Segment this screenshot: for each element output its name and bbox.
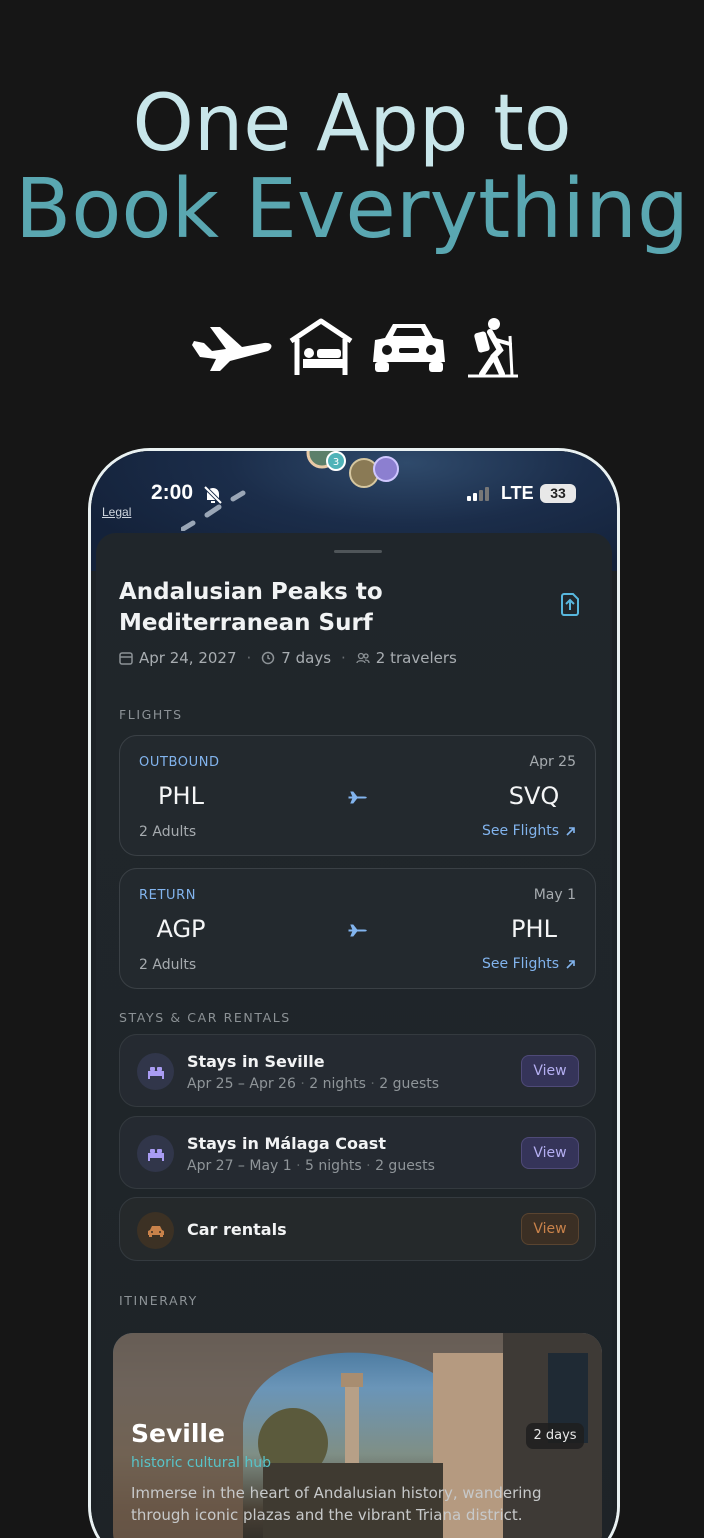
see-flights-link[interactable]: See Flights: [482, 956, 576, 972]
view-button[interactable]: View: [521, 1137, 579, 1169]
flight-date: May 1: [533, 887, 576, 903]
clock-icon: [262, 651, 275, 665]
share-icon[interactable]: [559, 591, 581, 617]
bed-icon: [137, 1053, 174, 1090]
battery-indicator: 33: [540, 484, 576, 503]
flight-destination: PHL: [511, 915, 557, 943]
stay-details: Apr 27 – May 1 · 5 nights · 2 guests: [187, 1158, 435, 1174]
see-flights-link[interactable]: See Flights: [482, 823, 576, 839]
map-pin-badge: 3: [333, 457, 339, 468]
bed-icon: [137, 1135, 174, 1172]
trip-travelers: 2 travelers: [375, 649, 457, 667]
stay-details: Apr 25 – Apr 26 · 2 nights · 2 guests: [187, 1076, 440, 1092]
itinerary-section-label: ITINERARY: [119, 1293, 198, 1308]
trip-date: Apr 24, 2027: [139, 649, 237, 667]
status-bar: 2:00 LTE 33: [91, 481, 617, 511]
stay-dates: Apr 25 – Apr 26: [187, 1076, 296, 1092]
signal-icon: [467, 487, 489, 501]
flight-type: RETURN: [139, 888, 197, 903]
category-icons: [190, 312, 520, 382]
trip-meta: Apr 24, 2027 · 7 days · 2 travelers: [119, 649, 457, 667]
sheet-grabber[interactable]: [334, 550, 382, 553]
flight-passengers: 2 Adults: [139, 824, 197, 840]
arrow-up-right-icon: [566, 826, 575, 836]
map-legal-link[interactable]: Legal: [102, 505, 131, 519]
travelers-icon: [356, 652, 370, 664]
view-button[interactable]: View: [521, 1213, 579, 1245]
stay-name: Stays in Málaga Coast: [187, 1134, 386, 1153]
flight-card-return[interactable]: RETURN May 1 AGP PHL 2 Adults See Flight…: [119, 868, 596, 989]
car-rentals-label: Car rentals: [187, 1220, 287, 1239]
stay-card-malaga[interactable]: Stays in Málaga Coast Apr 27 – May 1 · 5…: [119, 1116, 596, 1189]
flight-destination: SVQ: [508, 782, 560, 810]
see-flights-label: See Flights: [482, 823, 559, 839]
arrow-up-right-icon: [566, 959, 575, 969]
trip-sheet: Andalusian Peaks to Mediterranean Surf A…: [96, 533, 612, 1538]
trip-title: Andalusian Peaks to Mediterranean Surf: [119, 579, 383, 636]
city-card-seville[interactable]: Seville 2 days historic cultural hub Imm…: [113, 1333, 602, 1538]
stay-dates: Apr 27 – May 1: [187, 1158, 292, 1174]
phone-frame: 3 2:00 LTE 33 Legal Andalusian Peaks to …: [88, 448, 620, 1538]
city-tagline: historic cultural hub: [131, 1455, 272, 1471]
status-time: 2:00: [151, 481, 194, 504]
plane-icon: [348, 924, 367, 937]
flight-card-outbound[interactable]: OUTBOUND Apr 25 PHL SVQ 2 Adults See Fli…: [119, 735, 596, 856]
stay-name: Stays in Seville: [187, 1052, 325, 1071]
car-icon: [137, 1212, 174, 1249]
flight-origin: PHL: [158, 782, 204, 810]
see-flights-label: See Flights: [482, 956, 559, 972]
trip-duration: 7 days: [281, 649, 332, 667]
calendar-icon: [119, 652, 133, 665]
view-button[interactable]: View: [521, 1055, 579, 1087]
hiker-icon: [467, 318, 518, 378]
flight-type: OUTBOUND: [139, 755, 220, 770]
headline-line-2: Book Everything: [14, 162, 690, 257]
flight-passengers: 2 Adults: [139, 957, 197, 973]
network-label: LTE: [501, 483, 534, 503]
car-icon: [372, 324, 445, 372]
flight-origin: AGP: [156, 915, 206, 943]
bell-muted-icon: [203, 485, 223, 505]
flight-date: Apr 25: [529, 754, 576, 770]
plane-icon: [348, 791, 367, 804]
stay-guests: 2 guests: [375, 1158, 435, 1174]
hotel-bed-icon: [289, 318, 353, 375]
headline-line-1: One App to: [132, 79, 572, 169]
stay-card-seville[interactable]: Stays in Seville Apr 25 – Apr 26 · 2 nig…: [119, 1034, 596, 1107]
flights-section-label: FLIGHTS: [119, 707, 183, 722]
stays-section-label: STAYS & CAR RENTALS: [119, 1010, 291, 1025]
city-description: Immerse in the heart of Andalusian histo…: [131, 1484, 542, 1524]
car-rentals-card[interactable]: Car rentals View: [119, 1197, 596, 1261]
stay-guests: 2 guests: [379, 1076, 440, 1092]
plane-icon: [192, 327, 272, 371]
stay-nights: 2 nights: [309, 1076, 366, 1092]
city-name: Seville: [131, 1419, 225, 1448]
city-days-badge: 2 days: [526, 1423, 584, 1449]
stay-nights: 5 nights: [305, 1158, 362, 1174]
